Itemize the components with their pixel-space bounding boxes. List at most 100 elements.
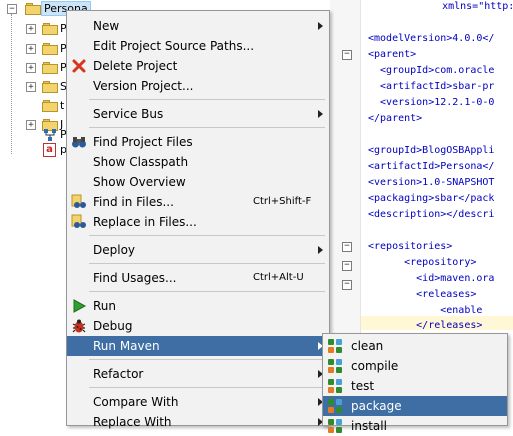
menu-separator xyxy=(89,99,325,100)
submenu-arrow-icon xyxy=(318,246,323,254)
code-line: <repositories> xyxy=(368,241,453,252)
expand-icon[interactable]: + xyxy=(26,44,36,54)
fold-icon[interactable]: − xyxy=(342,280,352,290)
folder-icon xyxy=(42,81,58,93)
menu-item-label: Show Classpath xyxy=(93,155,189,169)
maven-goal-icon xyxy=(327,418,343,434)
binoculars-icon xyxy=(71,134,87,150)
submenu-arrow-icon xyxy=(318,22,323,30)
folder-icon xyxy=(42,23,58,35)
collapse-icon[interactable]: − xyxy=(7,4,17,14)
menu-item-show-overview[interactable]: Show Overview xyxy=(67,172,329,192)
code-line: <version>1.0-SNAPSHOT xyxy=(368,177,495,188)
menu-item-label: Compare With xyxy=(93,395,179,409)
menu-item-replace-in-files[interactable]: Replace in Files... xyxy=(67,212,329,232)
code-line: <artifactId>sbar-pr xyxy=(368,81,495,92)
folder-icon xyxy=(42,100,58,112)
submenu-item-install[interactable]: install xyxy=(323,416,507,436)
submenu-item-label: install xyxy=(351,419,387,433)
submenu-item-label: test xyxy=(351,379,375,393)
menu-item-find-project-files[interactable]: Find Project Files xyxy=(67,132,329,152)
menu-item-service-bus[interactable]: Service Bus xyxy=(67,104,329,124)
expand-icon[interactable]: + xyxy=(26,63,36,73)
code-line: <releases> xyxy=(368,289,477,300)
maven-goal-icon xyxy=(327,398,343,414)
menu-item-label: Replace With xyxy=(93,415,172,429)
menu-item-label: Replace in Files... xyxy=(93,215,197,229)
delete-x-icon xyxy=(71,58,87,74)
code-line: <enable xyxy=(368,305,483,316)
tree-node-persona[interactable]: − Persona xyxy=(0,0,91,18)
menu-item-label: Find in Files... xyxy=(93,195,174,209)
menu-item-deploy[interactable]: Deploy xyxy=(67,240,329,260)
project-folder-icon xyxy=(25,3,41,15)
fold-icon[interactable]: − xyxy=(342,242,352,252)
menu-item-shortcut: Ctrl+Shift-F xyxy=(253,196,312,207)
tree-node[interactable]: + P xyxy=(0,59,67,77)
run-maven-submenu: clean compile test package install xyxy=(322,333,508,433)
archive-file-icon: a xyxy=(43,143,56,157)
pipeline-icon xyxy=(43,128,57,142)
menu-item-find-usages[interactable]: Find Usages... Ctrl+Alt-U xyxy=(67,268,329,288)
menu-item-refactor[interactable]: Refactor xyxy=(67,364,329,384)
submenu-item-label: package xyxy=(351,399,402,413)
code-line: <repository> xyxy=(368,257,477,268)
tree-node[interactable]: t xyxy=(0,97,66,115)
debug-bug-icon xyxy=(71,318,87,334)
replace-in-files-icon xyxy=(71,214,87,230)
code-line: xmlns="http:// xyxy=(442,1,513,12)
menu-item-shortcut: Ctrl+Alt-U xyxy=(253,272,304,283)
submenu-item-clean[interactable]: clean xyxy=(323,336,507,356)
menu-item-label: Run Maven xyxy=(93,339,160,353)
menu-item-show-classpath[interactable]: Show Classpath xyxy=(67,152,329,172)
maven-goal-icon xyxy=(327,338,343,354)
menu-item-label: Deploy xyxy=(93,243,136,257)
menu-item-debug[interactable]: Debug xyxy=(67,316,329,336)
submenu-arrow-icon xyxy=(318,110,323,118)
menu-item-version-project[interactable]: Version Project... xyxy=(67,76,329,96)
menu-item-replace-with[interactable]: Replace With xyxy=(67,412,329,432)
code-line: <id>maven.ora xyxy=(368,273,495,284)
find-in-files-icon xyxy=(71,194,87,210)
menu-item-label: Show Overview xyxy=(93,175,186,189)
submenu-item-test[interactable]: test xyxy=(323,376,507,396)
menu-item-new[interactable]: New xyxy=(67,16,329,36)
menu-item-delete-project[interactable]: Delete Project xyxy=(67,56,329,76)
tree-node[interactable]: + P xyxy=(0,20,67,38)
menu-item-label: Refactor xyxy=(93,367,144,381)
run-play-icon xyxy=(71,298,87,314)
menu-item-label: Edit Project Source Paths... xyxy=(93,39,255,53)
menu-item-compare-with[interactable]: Compare With xyxy=(67,392,329,412)
code-line: <description></descri xyxy=(368,209,495,220)
folder-icon xyxy=(42,62,58,74)
menu-separator xyxy=(89,359,325,360)
tree-node[interactable]: + S xyxy=(0,78,67,96)
submenu-item-label: clean xyxy=(351,339,384,353)
menu-separator xyxy=(89,291,325,292)
code-line: </parent> xyxy=(368,113,423,124)
menu-separator xyxy=(89,387,325,388)
code-line: <modelVersion>4.0.0</ xyxy=(368,33,495,44)
code-line: <groupId>com.oracle xyxy=(368,65,495,76)
folder-icon xyxy=(42,43,58,55)
expand-icon[interactable]: + xyxy=(26,82,36,92)
menu-separator xyxy=(89,235,325,236)
expand-icon[interactable]: + xyxy=(26,24,36,34)
menu-item-label: Find Usages... xyxy=(93,271,177,285)
menu-item-run[interactable]: Run xyxy=(67,296,329,316)
context-menu: New Edit Project Source Paths... Delete … xyxy=(66,10,330,429)
fold-icon[interactable]: − xyxy=(342,261,352,271)
code-line: <packaging>sbar</pack xyxy=(368,193,495,204)
code-line: <artifactId>Persona</ xyxy=(368,161,495,172)
menu-separator xyxy=(89,263,325,264)
submenu-item-package[interactable]: package xyxy=(323,396,507,416)
fold-icon[interactable]: − xyxy=(342,50,352,60)
menu-item-run-maven[interactable]: Run Maven xyxy=(67,336,329,356)
code-line: </releases> xyxy=(368,320,483,331)
menu-item-find-in-files[interactable]: Find in Files... Ctrl+Shift-F xyxy=(67,192,329,212)
tree-node[interactable]: + P xyxy=(0,40,67,58)
submenu-item-compile[interactable]: compile xyxy=(323,356,507,376)
menu-item-edit-source-paths[interactable]: Edit Project Source Paths... xyxy=(67,36,329,56)
menu-item-label: Run xyxy=(93,299,117,313)
tree-node[interactable]: a p xyxy=(0,141,67,159)
